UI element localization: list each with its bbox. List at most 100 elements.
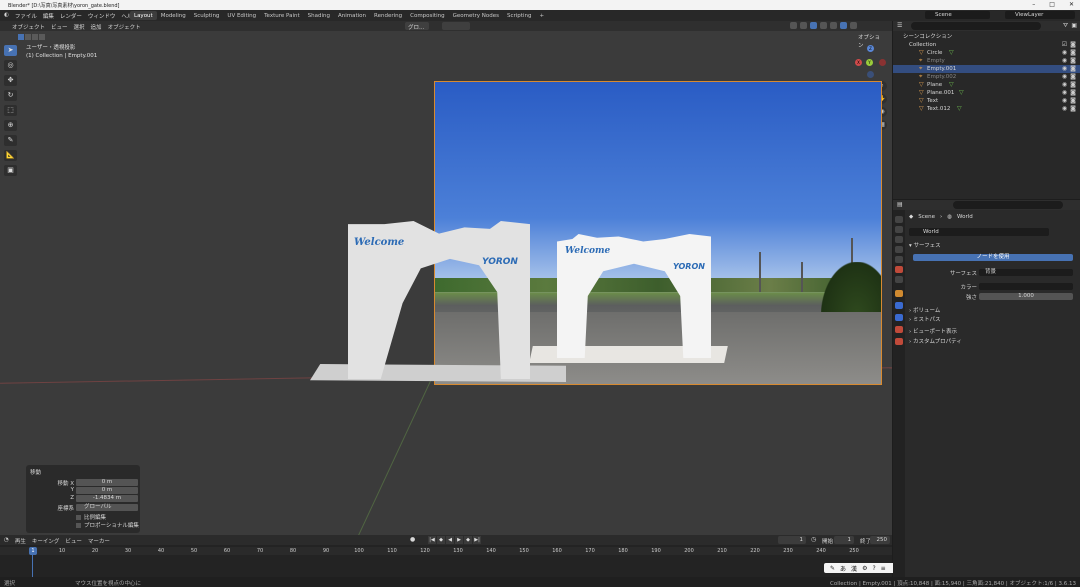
tab-compositing[interactable]: Compositing	[406, 11, 448, 20]
gizmo-y[interactable]: Y	[866, 59, 873, 66]
select-subtract-icon[interactable]	[32, 34, 38, 40]
mesh-data-icon[interactable]: ▽	[959, 89, 964, 97]
ime-help-icon[interactable]: ?	[872, 565, 875, 572]
tab-layout[interactable]: Layout	[130, 11, 157, 20]
ime-pen-icon[interactable]: ✎	[830, 565, 835, 572]
tab-render-icon[interactable]	[895, 226, 903, 233]
outliner[interactable]: ☰ ⛛ ▣ シーンコレクション Collection ☑ ◙ ▽ Circle ▽…	[893, 21, 1080, 199]
proportional-connected-checkbox[interactable]: プロポーショナル編集	[76, 521, 139, 529]
minimize-icon[interactable]: –	[1032, 1, 1035, 8]
outliner-item[interactable]: ▽ Plane ▽ ◉ ◙	[893, 81, 1080, 89]
move-x-field[interactable]: 0 m	[76, 479, 138, 486]
outliner-item[interactable]: ▽ Text.012 ▽ ◉ ◙	[893, 105, 1080, 113]
timeline-editor[interactable]: ◔ 再生 キーイング ビュー マーカー ● |◀ ◆ ◀ ▶ ◆ ▶| 1 ◷ …	[0, 535, 892, 577]
shading-material-icon[interactable]	[840, 22, 847, 29]
shading-rendered-icon[interactable]	[850, 22, 857, 29]
outliner-search-input[interactable]	[911, 22, 1041, 30]
tab-modeling[interactable]: Modeling	[157, 11, 190, 20]
timeline-editor-type-icon[interactable]: ◔	[4, 537, 9, 545]
use-nodes-button[interactable]: ノードを使用	[913, 254, 1073, 261]
tab-scene-icon[interactable]	[895, 256, 903, 263]
camera-icon[interactable]: ◙	[1070, 57, 1076, 65]
tab-object-icon[interactable]	[895, 290, 903, 297]
camera-icon[interactable]: ◙	[1070, 81, 1076, 89]
end-frame-field[interactable]: 250	[870, 536, 890, 544]
move-y-field[interactable]: 0 m	[76, 487, 138, 494]
select-new-icon[interactable]	[18, 34, 24, 40]
world-datablock-field[interactable]: World	[909, 228, 1049, 236]
tab-texture-icon[interactable]	[895, 338, 903, 345]
eye-icon[interactable]: ◉	[1062, 81, 1067, 89]
menu-view[interactable]: ビュー	[51, 23, 68, 31]
record-icon[interactable]: ●	[410, 536, 415, 543]
eye-icon[interactable]: ◉	[1062, 97, 1067, 105]
menu-select[interactable]: 選択	[74, 23, 85, 31]
eye-icon[interactable]: ◉	[1062, 89, 1067, 97]
mesh-data-icon[interactable]: ▽	[949, 81, 954, 89]
transform-tool-icon[interactable]: ⊕	[4, 120, 17, 131]
menu-timeline-view[interactable]: ビュー	[65, 537, 82, 545]
eye-icon[interactable]: ◉	[1062, 57, 1067, 65]
camera-icon[interactable]: ◙	[1070, 105, 1076, 113]
tab-world-icon[interactable]	[895, 266, 903, 273]
checkbox-icon[interactable]: ☑	[1062, 41, 1067, 49]
properties-search-input[interactable]	[953, 201, 1063, 209]
proportional-edit-checkbox[interactable]: 比例編集	[76, 513, 106, 521]
menu-playback[interactable]: 再生	[15, 537, 26, 545]
view-layer-selector[interactable]: ViewLayer	[1005, 11, 1075, 19]
tab-sculpting[interactable]: Sculpting	[190, 11, 224, 20]
camera-icon[interactable]: ◙	[1070, 73, 1076, 81]
tab-data-icon[interactable]	[895, 326, 903, 333]
volume-panel-header[interactable]: › ボリューム	[907, 307, 1075, 315]
menu-marker[interactable]: マーカー	[88, 537, 110, 545]
next-key-icon[interactable]: ◆	[464, 536, 472, 544]
camera-icon[interactable]: ◙	[1070, 89, 1076, 97]
tab-geometry-nodes[interactable]: Geometry Nodes	[449, 11, 503, 20]
eye-icon[interactable]: ◉	[1062, 49, 1067, 57]
blender-logo-icon[interactable]: ◐	[4, 12, 9, 20]
tab-view-layer-icon[interactable]	[895, 246, 903, 253]
jump-end-icon[interactable]: ▶|	[473, 536, 481, 544]
mist-panel-header[interactable]: › ミストパス	[907, 316, 1075, 324]
filter-icon[interactable]: ⛛	[1063, 22, 1068, 30]
surface-panel-header[interactable]: ▾ サーフェス	[907, 242, 1075, 250]
outliner-scene-collection[interactable]: シーンコレクション	[893, 33, 1080, 41]
menu-object[interactable]: オブジェクト	[108, 23, 141, 31]
jump-start-icon[interactable]: |◀	[428, 536, 436, 544]
outliner-item[interactable]: ⌖ Empty ◉ ◙	[893, 57, 1080, 65]
playhead[interactable]: 1	[29, 547, 37, 555]
annotate-tool-icon[interactable]: ✎	[4, 135, 17, 146]
maximize-icon[interactable]: □	[1049, 1, 1055, 8]
strength-field[interactable]: 1.000	[979, 293, 1073, 300]
gizmo-neg-x[interactable]	[879, 59, 886, 66]
add-workspace-icon[interactable]: +	[535, 11, 548, 20]
frame-ruler[interactable]: 10 20 30 40 50 60 70 80 90 100 110 120 1…	[0, 547, 892, 555]
color-swatch[interactable]	[979, 283, 1073, 290]
tab-output-icon[interactable]	[895, 236, 903, 243]
new-collection-icon[interactable]: ▣	[1071, 22, 1077, 29]
select-tool-icon[interactable]: ➤	[4, 45, 17, 56]
gizmo-neg-z[interactable]	[867, 71, 874, 78]
mesh-data-icon[interactable]: ▽	[949, 49, 954, 57]
gizmo-z[interactable]: Z	[867, 45, 874, 52]
select-intersect-icon[interactable]	[39, 34, 45, 40]
menu-render[interactable]: レンダー	[60, 12, 82, 20]
camera-icon[interactable]: ◙	[1070, 41, 1076, 49]
tab-physics-icon[interactable]	[895, 302, 903, 309]
play-reverse-icon[interactable]: ◀	[446, 536, 454, 544]
menu-file[interactable]: ファイル	[15, 12, 37, 20]
xray-icon[interactable]	[810, 22, 817, 29]
surface-shader-field[interactable]: 背景	[979, 269, 1073, 276]
orientation-select[interactable]: グローバル	[76, 504, 138, 511]
tab-rendering[interactable]: Rendering	[370, 11, 406, 20]
measure-tool-icon[interactable]: 📐	[4, 150, 17, 161]
eye-icon[interactable]: ◉	[1062, 73, 1067, 81]
outliner-item[interactable]: ▽ Circle ▽ ◉ ◙	[893, 49, 1080, 57]
show-gizmo-icon[interactable]	[790, 22, 797, 29]
tab-tool-icon[interactable]	[895, 216, 903, 223]
camera-icon[interactable]: ◙	[1070, 49, 1076, 57]
ime-settings-icon[interactable]: ≡	[881, 565, 886, 572]
prev-key-icon[interactable]: ◆	[437, 536, 445, 544]
menu-add[interactable]: 追加	[91, 23, 102, 31]
model-gate[interactable]: Welcome YORON	[348, 221, 530, 379]
